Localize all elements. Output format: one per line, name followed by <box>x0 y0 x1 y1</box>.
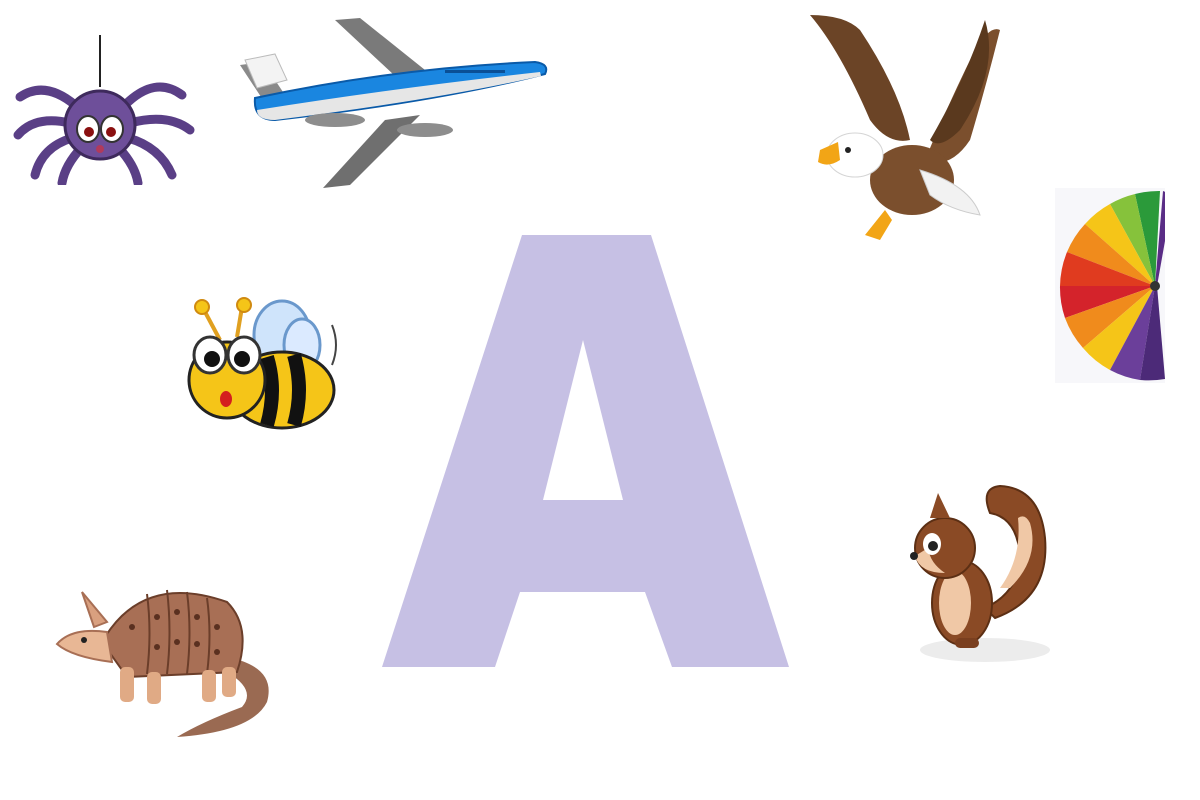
hand-fan-picture <box>1055 188 1165 383</box>
squirrel-picture <box>900 478 1055 668</box>
eagle-picture <box>800 10 1015 250</box>
spider-picture <box>10 35 200 185</box>
airplane-picture <box>235 10 555 190</box>
armadillo-picture <box>52 572 280 744</box>
bee-picture <box>182 295 342 435</box>
